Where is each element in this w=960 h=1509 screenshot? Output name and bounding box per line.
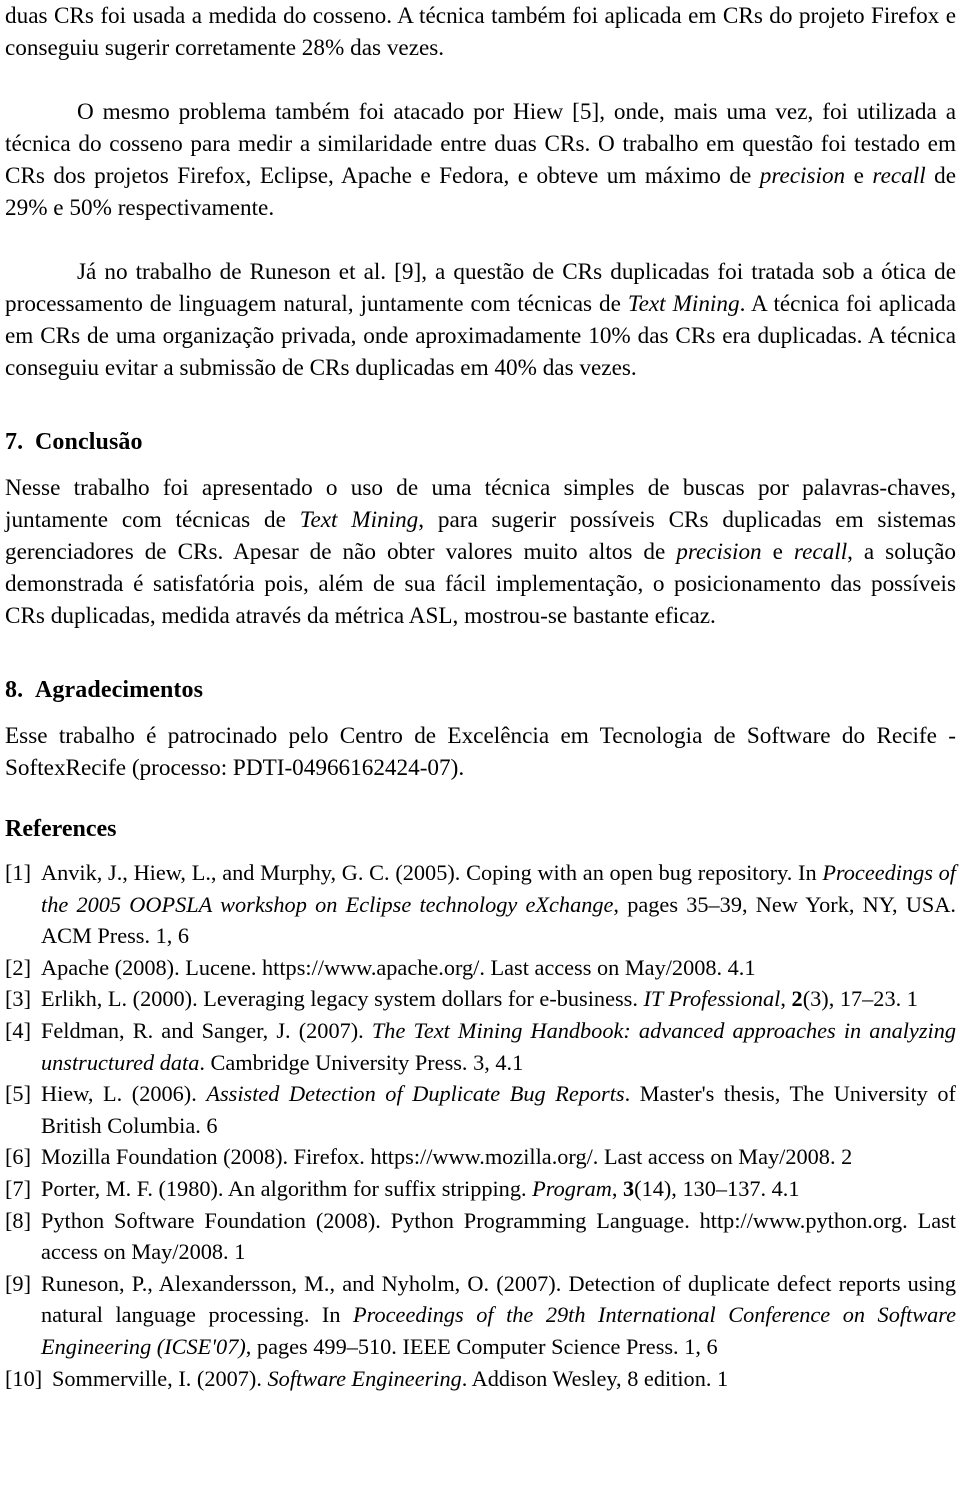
reference-volume: 2 bbox=[791, 986, 803, 1012]
italic-recall: recall bbox=[793, 539, 848, 565]
references-list: [1] Anvik, J., Hiew, L., and Murphy, G. C… bbox=[5, 857, 956, 1394]
reference-item-1: [1] Anvik, J., Hiew, L., and Murphy, G. C… bbox=[5, 857, 956, 952]
paragraph-text: duas CRs foi usada a medida do cosseno. … bbox=[5, 3, 956, 61]
reference-text-part: Hiew, L. (2006). bbox=[41, 1081, 207, 1107]
italic-precision: precision bbox=[759, 163, 846, 189]
reference-text-part: Python Software Foundation (2008). Pytho… bbox=[41, 1207, 956, 1265]
reference-item-3: [3] Erlikh, L. (2000). Leveraging legacy … bbox=[5, 983, 956, 1015]
reference-text-part: . Cambridge University Press. 3, 4.1 bbox=[199, 1049, 524, 1075]
references-heading: References bbox=[5, 816, 117, 842]
reference-text-part: . Addison Wesley, 8 edition. 1 bbox=[461, 1365, 729, 1391]
paragraph-text-part: e bbox=[761, 539, 794, 565]
reference-text-part: , bbox=[611, 1175, 623, 1201]
reference-text-part: Anvik, J., Hiew, L., and Murphy, G. C. (… bbox=[41, 860, 823, 885]
reference-label: [2] bbox=[5, 954, 31, 980]
italic-text-mining: Text Mining bbox=[627, 291, 740, 317]
paragraph-runeson: Já no trabalho de Runeson et al. [9], a … bbox=[5, 256, 956, 384]
reference-text-part: (3), 17–23. 1 bbox=[802, 986, 918, 1012]
paragraph-agradecimentos: Esse trabalho é patrocinado pelo Centro … bbox=[5, 720, 956, 784]
paragraph-hiew: O mesmo problema também foi atacado por … bbox=[5, 96, 956, 224]
paragraph-text: Esse trabalho é patrocinado pelo Centro … bbox=[5, 723, 956, 781]
reference-label: [6] bbox=[5, 1144, 31, 1170]
reference-italic-title: Software Engineering bbox=[267, 1365, 462, 1391]
reference-label: [3] bbox=[5, 986, 31, 1012]
section-number: 8. bbox=[5, 677, 24, 703]
reference-volume: 3 bbox=[623, 1175, 635, 1201]
reference-item-8: [8] Python Software Foundation (2008). Py… bbox=[5, 1205, 956, 1268]
paragraph-text-part: e bbox=[845, 163, 873, 189]
reference-item-5: [5] Hiew, L. (2006). Assisted Detection o… bbox=[5, 1078, 956, 1141]
reference-text-part: , pages 499–510. IEEE Computer Science P… bbox=[245, 1333, 718, 1359]
paper-page: duas CRs foi usada a medida do cosseno. … bbox=[0, 0, 960, 1509]
section-title: Agradecimentos bbox=[35, 677, 204, 703]
reference-item-10: [10] Sommerville, I. (2007). Software Eng… bbox=[5, 1363, 956, 1395]
reference-text-part: Mozilla Foundation (2008). Firefox. http… bbox=[41, 1144, 853, 1170]
paragraph-conclusao: Nesse trabalho foi apresentado o uso de … bbox=[5, 472, 956, 632]
reference-italic-title: Assisted Detection of Duplicate Bug Repo… bbox=[206, 1081, 625, 1107]
reference-text-part: Erlikh, L. (2000). Leveraging legacy sys… bbox=[41, 986, 644, 1012]
reference-item-7: [7] Porter, M. F. (1980). An algorithm fo… bbox=[5, 1173, 956, 1205]
reference-item-6: [6] Mozilla Foundation (2008). Firefox. h… bbox=[5, 1141, 956, 1173]
reference-italic-journal: Program bbox=[532, 1175, 612, 1201]
reference-text-part: , bbox=[780, 986, 792, 1012]
reference-label: [4] bbox=[5, 1017, 31, 1043]
reference-italic-journal: IT Professional bbox=[643, 986, 781, 1012]
reference-text-part: (14), 130–137. 4.1 bbox=[634, 1175, 800, 1201]
reference-label: [1] bbox=[5, 860, 31, 885]
reference-label: [7] bbox=[5, 1175, 31, 1201]
section-heading-agradecimentos: 8. Agradecimentos bbox=[5, 674, 956, 706]
italic-recall: recall bbox=[872, 163, 926, 189]
section-heading-conclusao: 7. Conclusão bbox=[5, 426, 956, 458]
reference-label: [5] bbox=[5, 1081, 31, 1107]
reference-item-4: [4] Feldman, R. and Sanger, J. (2007). Th… bbox=[5, 1015, 956, 1078]
reference-text-part: Feldman, R. and Sanger, J. (2007). bbox=[41, 1017, 372, 1043]
reference-label: [8] bbox=[5, 1207, 31, 1233]
reference-item-2: [2] Apache (2008). Lucene. https://www.ap… bbox=[5, 952, 956, 984]
reference-label: [9] bbox=[5, 1270, 31, 1296]
reference-label: [10] bbox=[5, 1365, 43, 1391]
italic-precision: precision bbox=[676, 539, 762, 565]
reference-text-part: Porter, M. F. (1980). An algorithm for s… bbox=[41, 1175, 533, 1201]
section-title: Conclusão bbox=[35, 429, 143, 455]
italic-text-mining: Text Mining bbox=[299, 507, 419, 533]
section-number: 7. bbox=[5, 429, 24, 455]
reference-text-part: Sommerville, I. (2007). bbox=[52, 1365, 268, 1391]
paragraph-continuation: duas CRs foi usada a medida do cosseno. … bbox=[5, 0, 956, 64]
reference-item-9: [9] Runeson, P., Alexandersson, M., and N… bbox=[5, 1268, 956, 1363]
reference-text-part: Apache (2008). Lucene. https://www.apach… bbox=[41, 954, 756, 980]
